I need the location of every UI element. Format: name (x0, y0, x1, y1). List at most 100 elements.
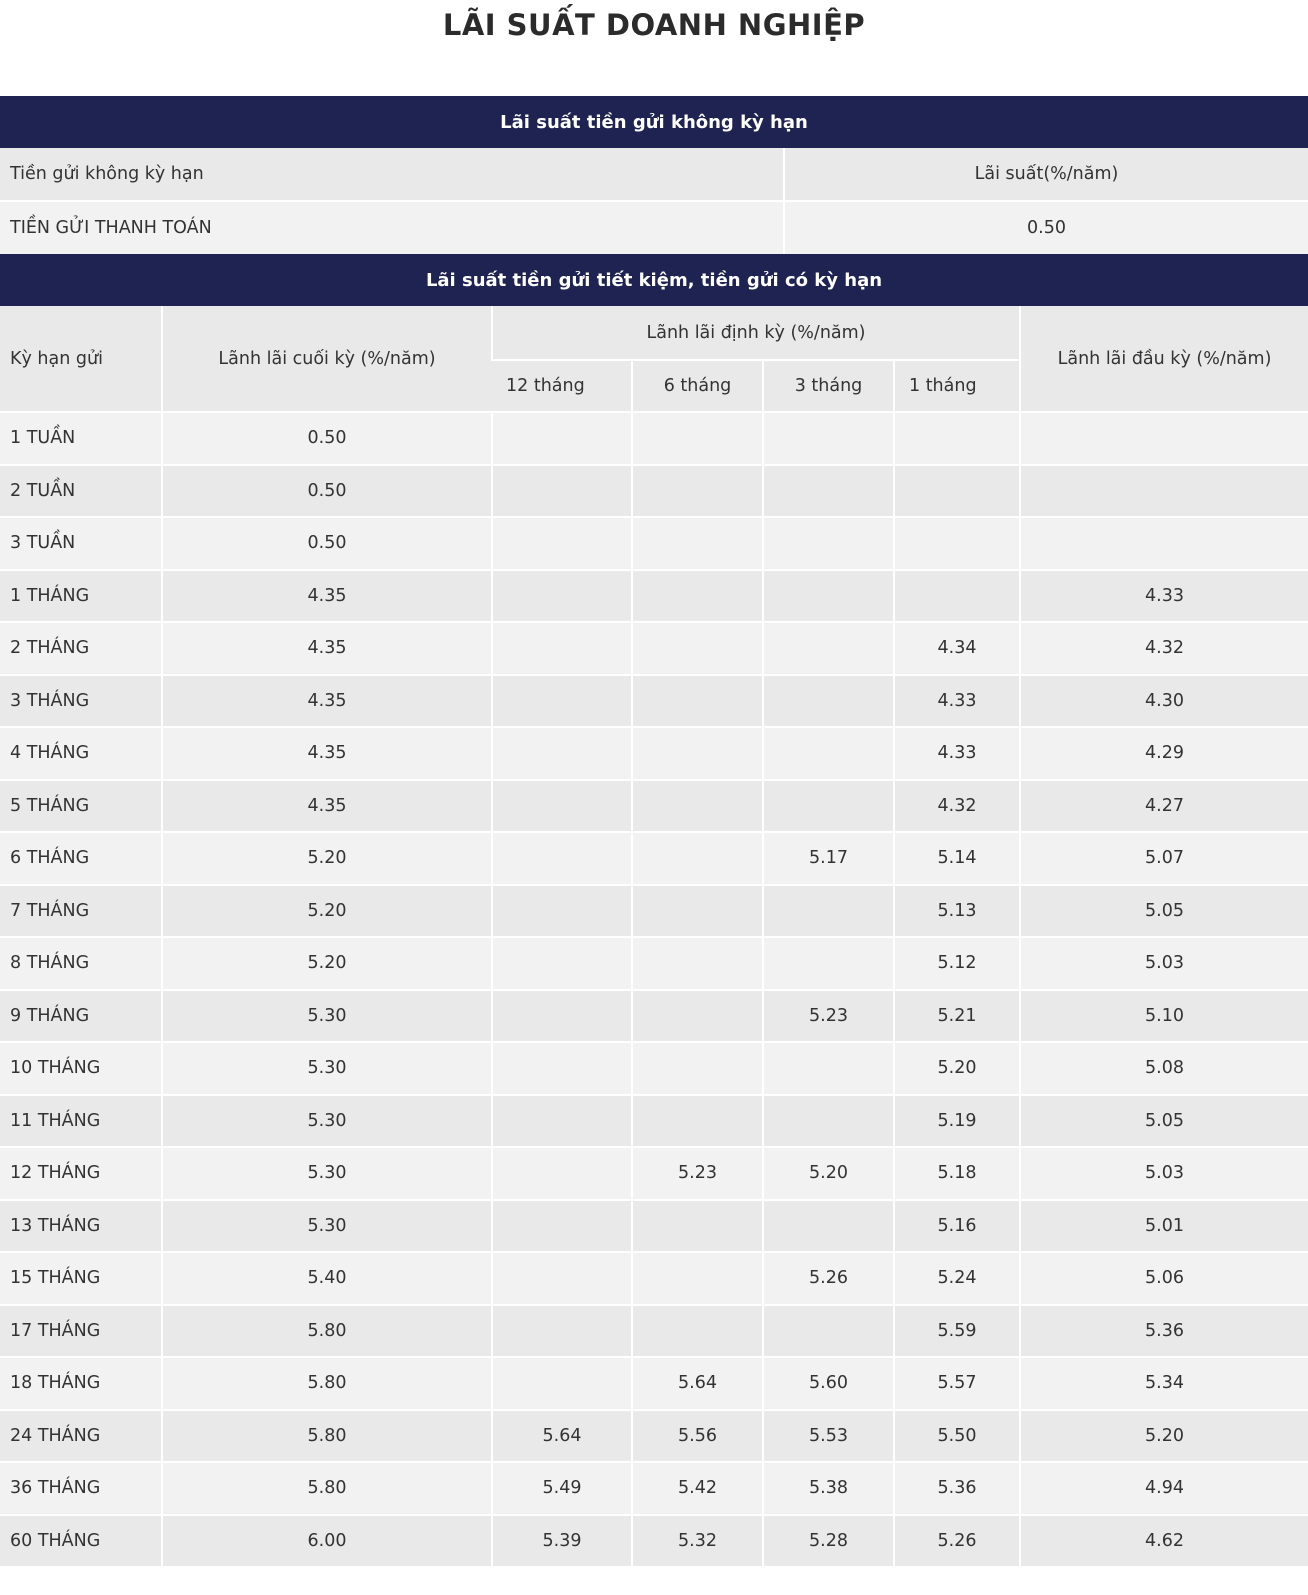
term-cell: 13 THÁNG (0, 1199, 162, 1253)
term-cell: 1 THÁNG (0, 569, 162, 623)
end-of-term-rate-cell: 5.80 (161, 1462, 492, 1516)
term-cell: 18 THÁNG (0, 1357, 162, 1411)
periodic-6m-rate-cell (631, 464, 763, 518)
start-of-term-rate-cell: 5.03 (1019, 937, 1308, 991)
periodic-12m-rate-cell (491, 412, 632, 466)
periodic-3m-rate-cell: 5.28 (762, 1514, 894, 1568)
end-of-term-rate-cell: 4.35 (161, 779, 492, 833)
start-of-term-rate-cell: 5.03 (1019, 1147, 1308, 1201)
periodic-6m-rate-cell (631, 1252, 763, 1306)
term-cell: 2 TUẦN (0, 464, 162, 518)
end-of-term-rate-cell: 5.30 (161, 1094, 492, 1148)
end-of-term-rate-cell: 5.20 (161, 937, 492, 991)
start-of-term-rate-cell: 5.10 (1019, 989, 1308, 1043)
periodic-1m-rate-cell: 5.50 (893, 1409, 1020, 1463)
periodic-6m-rate-cell (631, 569, 763, 623)
table-row: 8 THÁNG 5.20 5.12 5.03 (0, 937, 1308, 991)
term-cell: 11 THÁNG (0, 1094, 162, 1148)
periodic-6m-rate-cell: 5.64 (631, 1357, 763, 1411)
header-periodic-1m: 1 tháng (893, 360, 1020, 413)
end-of-term-rate-cell: 4.35 (161, 727, 492, 781)
periodic-1m-rate-cell: 5.26 (893, 1514, 1020, 1568)
start-of-term-rate-cell: 4.33 (1019, 569, 1308, 623)
table-row: 5 THÁNG 4.35 4.32 4.27 (0, 779, 1308, 833)
term-cell: 3 TUẦN (0, 517, 162, 571)
term-cell: 10 THÁNG (0, 1042, 162, 1096)
term-cell: 4 THÁNG (0, 727, 162, 781)
start-of-term-rate-cell: 5.08 (1019, 1042, 1308, 1096)
start-of-term-rate-cell: 4.62 (1019, 1514, 1308, 1568)
periodic-6m-rate-cell: 5.56 (631, 1409, 763, 1463)
start-of-term-rate-cell: 5.01 (1019, 1199, 1308, 1253)
periodic-12m-rate-cell (491, 1252, 632, 1306)
periodic-3m-rate-cell (762, 1094, 894, 1148)
periodic-12m-rate-cell (491, 1094, 632, 1148)
end-of-term-rate-cell: 5.20 (161, 884, 492, 938)
periodic-1m-rate-cell: 5.16 (893, 1199, 1020, 1253)
periodic-6m-rate-cell (631, 989, 763, 1043)
periodic-6m-rate-cell (631, 622, 763, 676)
table-row: 36 THÁNG 5.80 5.49 5.42 5.38 5.36 4.94 (0, 1462, 1308, 1516)
periodic-12m-rate-cell (491, 884, 632, 938)
periodic-12m-rate-cell (491, 464, 632, 518)
table-row: 1 TUẦN 0.50 (0, 412, 1308, 466)
non-term-section-title: Lãi suất tiền gửi không kỳ hạn (0, 96, 1308, 148)
table-row: 2 TUẦN 0.50 (0, 464, 1308, 518)
periodic-3m-rate-cell (762, 1304, 894, 1358)
periodic-6m-rate-cell (631, 674, 763, 728)
start-of-term-rate-cell: 5.07 (1019, 832, 1308, 886)
periodic-6m-rate-cell (631, 779, 763, 833)
periodic-12m-rate-cell (491, 1304, 632, 1358)
start-of-term-rate-cell: 4.32 (1019, 622, 1308, 676)
start-of-term-rate-cell: 4.30 (1019, 674, 1308, 728)
start-of-term-rate-cell: 5.05 (1019, 884, 1308, 938)
periodic-3m-rate-cell (762, 937, 894, 991)
periodic-3m-rate-cell (762, 412, 894, 466)
periodic-3m-rate-cell (762, 1042, 894, 1096)
header-term: Kỳ hạn gửi (0, 306, 162, 413)
header-periodic-3m: 3 tháng (762, 360, 894, 413)
start-of-term-rate-cell: 5.36 (1019, 1304, 1308, 1358)
table-row: 3 THÁNG 4.35 4.33 4.30 (0, 674, 1308, 728)
end-of-term-rate-cell: 0.50 (161, 412, 492, 466)
periodic-12m-rate-cell (491, 1357, 632, 1411)
periodic-6m-rate-cell (631, 1042, 763, 1096)
header-end-of-term: Lãnh lãi cuối kỳ (%/năm) (161, 306, 492, 413)
periodic-12m-rate-cell: 5.64 (491, 1409, 632, 1463)
periodic-12m-rate-cell (491, 727, 632, 781)
non-term-header-rate: Lãi suất(%/năm) (782, 148, 1308, 202)
end-of-term-rate-cell: 5.30 (161, 1147, 492, 1201)
periodic-1m-rate-cell: 5.59 (893, 1304, 1020, 1358)
end-of-term-rate-cell: 5.40 (161, 1252, 492, 1306)
end-of-term-rate-cell: 5.80 (161, 1409, 492, 1463)
start-of-term-rate-cell: 5.20 (1019, 1409, 1308, 1463)
end-of-term-rate-cell: 4.35 (161, 569, 492, 623)
periodic-12m-rate-cell (491, 674, 632, 728)
periodic-12m-rate-cell (491, 622, 632, 676)
end-of-term-rate-cell: 5.20 (161, 832, 492, 886)
periodic-12m-rate-cell (491, 832, 632, 886)
periodic-1m-rate-cell: 5.12 (893, 937, 1020, 991)
periodic-3m-rate-cell: 5.60 (762, 1357, 894, 1411)
end-of-term-rate-cell: 5.80 (161, 1304, 492, 1358)
periodic-12m-rate-cell (491, 989, 632, 1043)
periodic-1m-rate-cell: 4.33 (893, 727, 1020, 781)
periodic-12m-rate-cell (491, 569, 632, 623)
end-of-term-rate-cell: 4.35 (161, 622, 492, 676)
start-of-term-rate-cell: 5.06 (1019, 1252, 1308, 1306)
periodic-6m-rate-cell (631, 1094, 763, 1148)
periodic-3m-rate-cell: 5.53 (762, 1409, 894, 1463)
table-row: 6 THÁNG 5.20 5.17 5.14 5.07 (0, 832, 1308, 886)
periodic-6m-rate-cell: 5.32 (631, 1514, 763, 1568)
term-cell: 60 THÁNG (0, 1514, 162, 1568)
term-cell: 8 THÁNG (0, 937, 162, 991)
term-cell: 2 THÁNG (0, 622, 162, 676)
periodic-3m-rate-cell: 5.38 (762, 1462, 894, 1516)
periodic-3m-rate-cell (762, 464, 894, 518)
periodic-6m-rate-cell (631, 727, 763, 781)
start-of-term-rate-cell: 4.94 (1019, 1462, 1308, 1516)
periodic-6m-rate-cell (631, 1304, 763, 1358)
periodic-12m-rate-cell (491, 779, 632, 833)
start-of-term-rate-cell: 5.34 (1019, 1357, 1308, 1411)
table-row: 15 THÁNG 5.40 5.26 5.24 5.06 (0, 1252, 1308, 1306)
